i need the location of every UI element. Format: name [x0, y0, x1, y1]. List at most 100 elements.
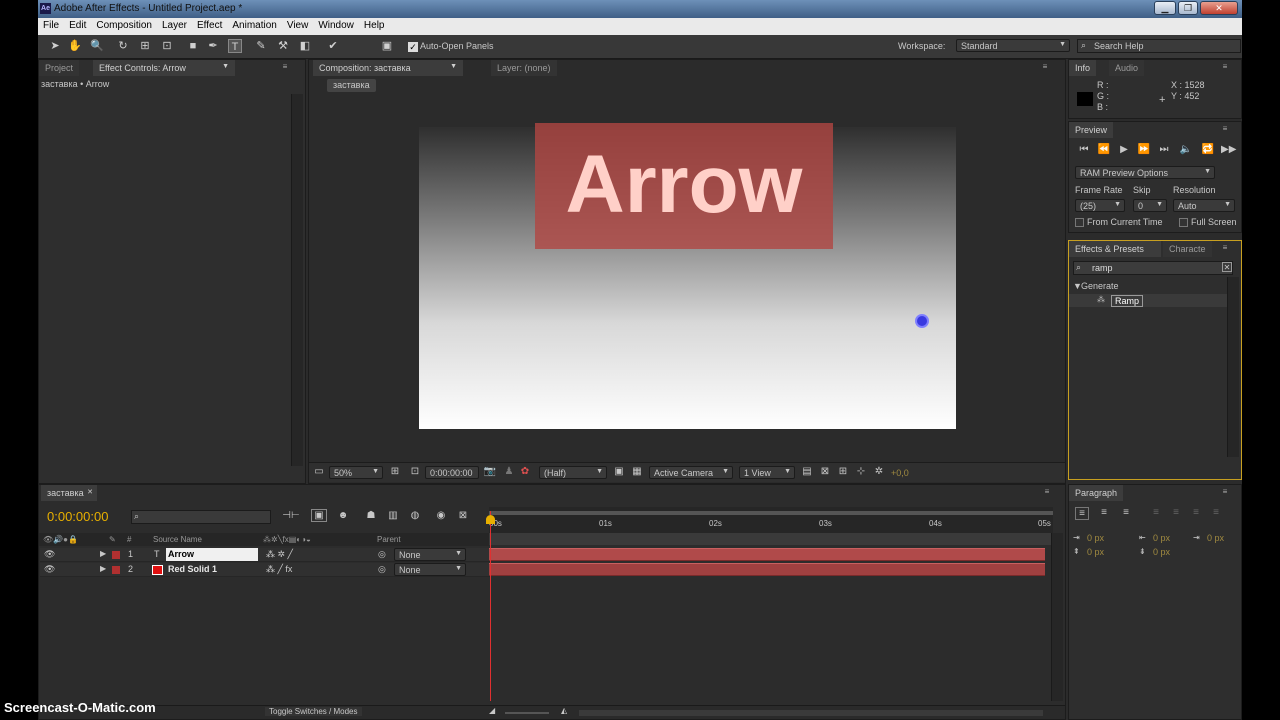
label-color-swatch[interactable]	[112, 551, 120, 559]
justify-last-left-icon[interactable]: ≡	[1149, 507, 1163, 518]
brush-tool-icon[interactable]: ✎	[254, 39, 268, 53]
playhead-icon[interactable]	[486, 515, 495, 524]
clear-icon[interactable]: ✕	[1222, 262, 1232, 272]
tab-timeline[interactable]: заставка ✕	[41, 485, 97, 501]
transparency-grid-icon[interactable]: ▦	[631, 466, 643, 477]
scrollbar[interactable]	[1227, 277, 1239, 457]
comp-breadcrumb[interactable]: заставка	[327, 79, 376, 92]
toggle-switches-modes-button[interactable]: Toggle Switches / Modes	[265, 707, 362, 716]
timecode-field[interactable]: 0:00:00:00	[425, 466, 479, 479]
justify-all-icon[interactable]: ≡	[1209, 507, 1223, 518]
layer-row[interactable]: 👁 ▶ 1 T Arrow ⁂ ✲ ╱ ◎ None ▼	[40, 548, 490, 562]
work-area-bar[interactable]	[489, 511, 1053, 515]
eye-icon[interactable]: 👁	[44, 549, 55, 560]
resolution-select[interactable]: (Half) ▼	[539, 466, 607, 479]
tab-paragraph[interactable]: Paragraph	[1069, 485, 1124, 501]
shy-icon[interactable]: ☻	[335, 510, 351, 521]
view-layout-select[interactable]: 1 View ▼	[739, 466, 795, 479]
space-after-value[interactable]: 0 px	[1153, 547, 1170, 557]
skip-select[interactable]: 0 ▼	[1133, 199, 1167, 212]
region-icon[interactable]: ▣	[613, 466, 625, 477]
motion-blur-icon[interactable]: ▥	[385, 510, 401, 521]
tab-info[interactable]: Info	[1069, 60, 1097, 76]
effects-item-row[interactable]: ⁂ Ramp	[1069, 294, 1227, 307]
camera-tool-icon[interactable]: ⊞	[138, 39, 152, 53]
mask-icon[interactable]: ⊡	[409, 466, 421, 477]
panel-menu-icon[interactable]: ≡	[1219, 488, 1231, 496]
fast-preview-icon[interactable]: ⊠	[819, 466, 831, 477]
layer-name[interactable]: Arrow	[166, 548, 258, 561]
comp-text-arrow[interactable]: Arrow	[535, 135, 833, 235]
pen-tool-icon[interactable]: ✒	[206, 39, 220, 53]
menu-composition[interactable]: Composition	[91, 18, 157, 31]
pan-behind-tool-icon[interactable]: ⊡	[160, 39, 174, 53]
prev-frame-icon[interactable]: ⏪	[1097, 144, 1111, 155]
audio-icon[interactable]: 🔈	[1179, 144, 1193, 155]
menu-animation[interactable]: Animation	[227, 18, 281, 31]
first-line-indent-value[interactable]: 0 px	[1207, 533, 1224, 543]
next-frame-icon[interactable]: ⏩	[1137, 144, 1151, 155]
selection-tool-icon[interactable]: ➤	[48, 39, 62, 53]
layer-row[interactable]: 👁 ▶ 2 Red Solid 1 ⁂ ╱ fx ◎ None ▼	[40, 563, 490, 577]
toggle-pixel-icon[interactable]: ▤	[801, 466, 813, 477]
exposure-value[interactable]: +0,0	[891, 468, 909, 478]
close-button[interactable]: ✕	[1200, 1, 1238, 15]
clone-stamp-tool-icon[interactable]: ⚒	[276, 39, 290, 53]
zoom-slider[interactable]	[505, 712, 549, 714]
tab-preview[interactable]: Preview	[1069, 122, 1114, 138]
menu-file[interactable]: File	[38, 18, 64, 31]
rectangle-tool-icon[interactable]: ■	[186, 39, 200, 53]
auto-open-checkbox[interactable]: ✓	[408, 42, 418, 52]
panel-menu-icon[interactable]: ≡	[1219, 63, 1231, 71]
timeline-icon[interactable]: ⊞	[837, 466, 849, 477]
col-source-name[interactable]: Source Name	[153, 535, 202, 544]
minimize-button[interactable]: ▁	[1154, 1, 1176, 15]
timeline-search-field[interactable]: ⌕	[131, 510, 271, 524]
exposure-icon[interactable]: ✲	[873, 466, 885, 477]
layer-switches[interactable]: ⁂ ╱ fx	[266, 564, 292, 575]
zoom-tool-icon[interactable]: 🔍	[90, 39, 104, 53]
from-current-checkbox[interactable]	[1075, 218, 1084, 227]
resolution-preview-select[interactable]: Auto ▼	[1173, 199, 1235, 212]
parent-select[interactable]: None ▼	[394, 563, 466, 576]
menu-help[interactable]: Help	[359, 18, 390, 31]
parent-select[interactable]: None ▼	[394, 548, 466, 561]
tab-audio[interactable]: Audio	[1109, 60, 1145, 76]
layer-name[interactable]: Red Solid 1	[168, 564, 217, 574]
indent-left-value[interactable]: 0 px	[1087, 533, 1104, 543]
menu-effect[interactable]: Effect	[192, 18, 227, 31]
tab-character[interactable]: Characte	[1163, 241, 1212, 257]
justify-last-center-icon[interactable]: ≡	[1169, 507, 1183, 518]
workspace-select[interactable]: Standard ▼	[956, 39, 1070, 52]
panel-menu-icon[interactable]: ≡	[1041, 488, 1053, 496]
channel-icon[interactable]: ✿	[519, 466, 531, 477]
tab-composition[interactable]: Composition: заставка ▼	[313, 60, 463, 76]
panel-menu-icon[interactable]: ≡	[1219, 125, 1231, 133]
search-help-field[interactable]: ⌕ Search Help	[1077, 39, 1241, 53]
tab-project[interactable]: Project	[39, 60, 80, 76]
align-left-icon[interactable]: ≡	[1075, 507, 1089, 520]
pickwhip-icon[interactable]: ◎	[378, 549, 386, 560]
first-frame-icon[interactable]: ⏮	[1077, 144, 1091, 155]
zoom-in-icon[interactable]: ◭	[561, 706, 567, 715]
expand-triangle-icon[interactable]: ▶	[100, 549, 106, 558]
full-screen-checkbox[interactable]	[1179, 218, 1188, 227]
brainstorm-icon[interactable]: ◍	[407, 510, 423, 521]
maximize-button[interactable]: ❐	[1178, 1, 1198, 15]
timeline-h-scroll[interactable]	[579, 710, 1043, 716]
layer-duration-bar[interactable]	[489, 548, 1045, 561]
grid-icon[interactable]: ▭	[313, 466, 325, 477]
menu-layer[interactable]: Layer	[157, 18, 192, 31]
camera-select[interactable]: Active Camera ▼	[649, 466, 733, 479]
pickwhip-icon[interactable]: ◎	[378, 564, 386, 575]
layer-duration-bar[interactable]	[489, 563, 1045, 576]
frame-blend-icon[interactable]: ☗	[363, 510, 379, 521]
menu-view[interactable]: View	[282, 18, 314, 31]
panel-menu-icon[interactable]: ≡	[279, 63, 291, 71]
tab-effects-presets[interactable]: Effects & Presets	[1069, 241, 1161, 257]
person-icon[interactable]: ♟	[503, 466, 515, 477]
eye-icon[interactable]: 👁	[44, 564, 55, 575]
col-parent[interactable]: Parent	[377, 535, 401, 544]
frame-rate-select[interactable]: (25) ▼	[1075, 199, 1125, 212]
roto-brush-tool-icon[interactable]: ✔	[326, 39, 340, 53]
